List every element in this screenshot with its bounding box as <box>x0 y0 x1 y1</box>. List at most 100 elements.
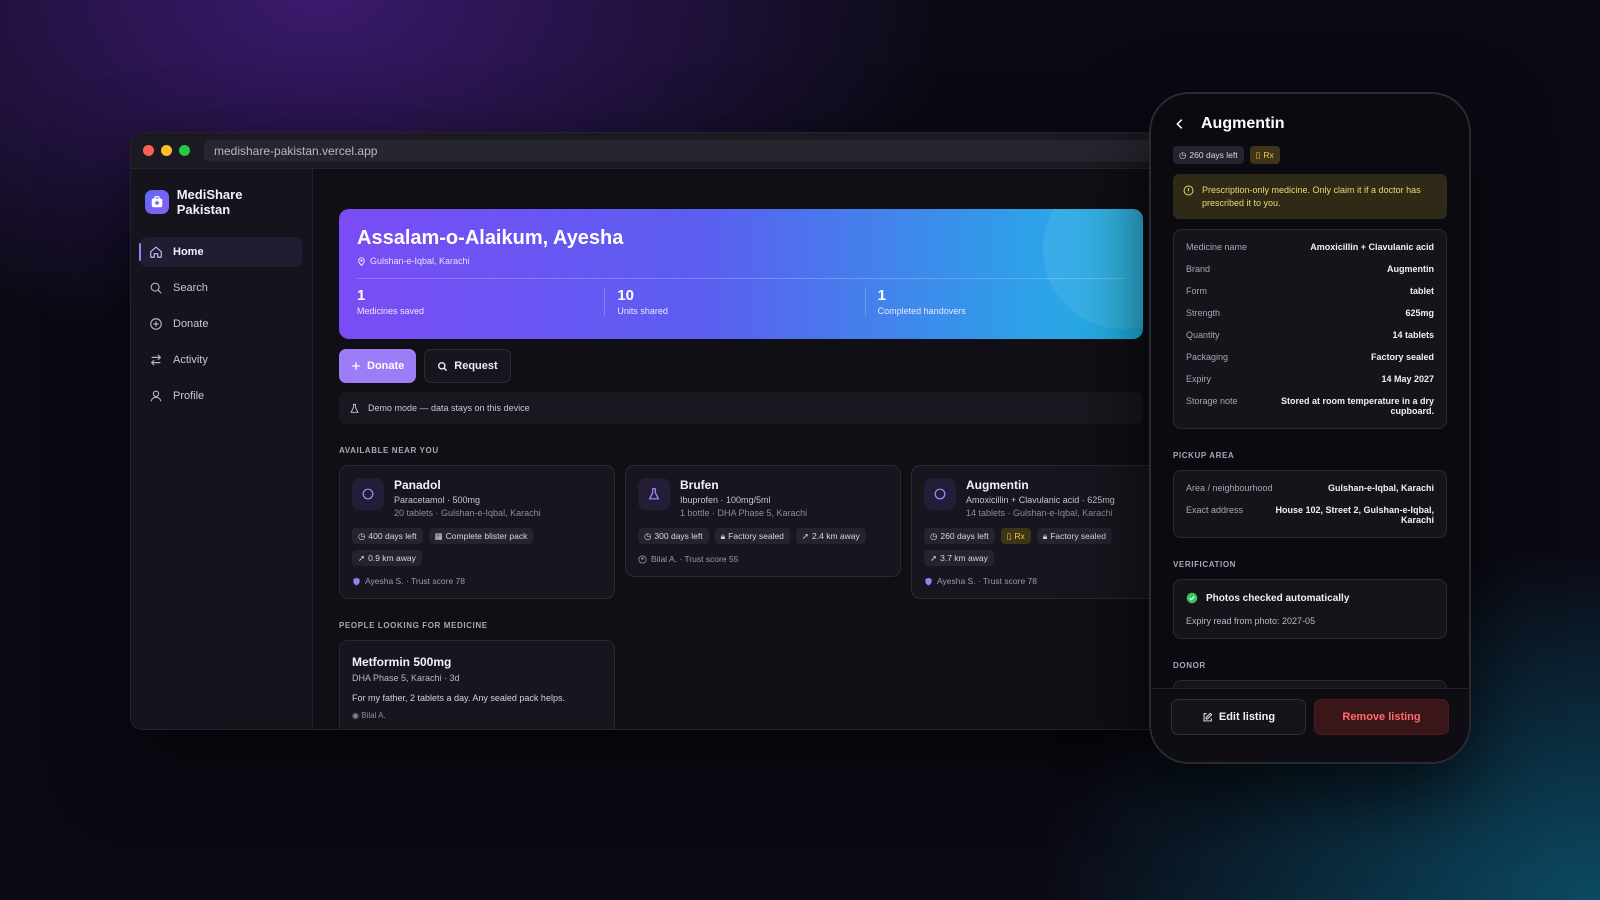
remove-listing-label: Remove listing <box>1342 711 1421 723</box>
listing-detail: 20 tablets · Gulshan-e-Iqbal, Karachi <box>394 508 541 518</box>
listing-name: Augmentin <box>966 478 1029 492</box>
clock-icon: ◷ <box>1179 149 1187 160</box>
prescription-warning: Prescription-only medicine. Only claim i… <box>1173 174 1447 220</box>
browser-window: medishare-pakistan.vercel.app MediShare … <box>130 132 1170 730</box>
navigation-icon: ➚ <box>801 530 810 541</box>
detail-footer: Edit listing Remove listing <box>1151 688 1469 762</box>
lock-icon: 🔒︎ <box>720 530 726 541</box>
address-bar[interactable]: medishare-pakistan.vercel.app <box>204 139 1157 162</box>
minimize-window-button[interactable] <box>161 145 172 156</box>
navigation-icon: ➚ <box>358 552 366 563</box>
chip-label: 3.7 km away <box>940 553 988 563</box>
sidebar-item-label: Profile <box>173 390 205 402</box>
listing-card[interactable]: Augmentin Amoxicillin + Clavulanic acid … <box>911 465 1169 599</box>
donate-button[interactable]: Donate <box>339 349 417 383</box>
detail-title: Augmentin <box>1201 115 1285 132</box>
pill-icon <box>352 478 384 510</box>
back-arrow-icon[interactable] <box>1173 117 1187 131</box>
detail-row: Expiry 14 May 2027 <box>1186 374 1434 384</box>
warning-text: Prescription-only medicine. Only claim i… <box>1202 185 1421 208</box>
search-icon <box>438 361 448 371</box>
pill-icon <box>924 478 956 510</box>
request-user: ◉ Bilal A. <box>352 711 602 720</box>
welcome-banner: Assalam-o-Alaikum, Ayesha Gulshan-e-Iqba… <box>339 209 1143 339</box>
badge-label: Rx <box>1263 150 1274 160</box>
brand-name: MediShare Pakistan <box>176 187 243 217</box>
clock-icon: ◷ <box>358 530 366 541</box>
chip-label: 0.9 km away <box>368 553 416 563</box>
detail-key: Packaging <box>1186 352 1229 363</box>
verification-expiry: Expiry read from photo: 2027-05 <box>1186 616 1316 627</box>
phone-frame: Augmentin ◷ 260 days left ▯ Rx Prescriptio… <box>1149 92 1471 764</box>
user-icon <box>150 390 162 402</box>
swap-icon <box>150 354 162 366</box>
prescription-icon: ▯ <box>1006 530 1012 541</box>
donor-text: Bilal A. · Trust score 55 <box>651 554 739 564</box>
detail-row: Strength 625mg <box>1186 308 1434 318</box>
browser-titlebar: medishare-pakistan.vercel.app <box>131 133 1169 169</box>
listing-card[interactable]: Brufen Ibuprofen · 100mg/5ml 1 bottle · … <box>625 465 901 577</box>
listing-detail: 14 tablets · Gulshan-e-Iqbal, Karachi <box>966 508 1113 518</box>
detail-key: Exact address <box>1186 505 1244 516</box>
listing-donor: Ayesha S. · Trust score 78 <box>924 576 1169 586</box>
listing-donor: Bilal A. · Trust score 55 <box>638 554 888 564</box>
section-title-available: AVAILABLE NEAR YOU <box>339 446 439 455</box>
detail-value: 14 tablets <box>1392 330 1434 341</box>
sidebar-item-activity[interactable]: Activity <box>141 345 302 375</box>
detail-value: Stored at room temperature in a dry cupb… <box>1280 396 1434 417</box>
maximize-window-button[interactable] <box>179 145 190 156</box>
stats-row: 1 Medicines saved 10 Units shared 1 Comp… <box>357 287 1125 316</box>
sidebar-item-profile[interactable]: Profile <box>141 381 302 411</box>
warning-circle-icon <box>1183 185 1194 196</box>
request-card[interactable]: Metformin 500mg DHA Phase 5, Karachi · 3… <box>339 640 615 729</box>
chip-days-left: ◷ 300 days left <box>638 528 709 544</box>
sidebar-item-search[interactable]: Search <box>141 273 302 303</box>
chip-label: 400 days left <box>368 531 417 541</box>
sidebar-item-label: Donate <box>173 318 209 330</box>
badge-days-left: ◷ 260 days left <box>1173 146 1244 164</box>
medicine-details: Medicine name Amoxicillin + Clavulanic ac… <box>1173 229 1447 430</box>
sidebar-item-home[interactable]: Home <box>139 237 302 267</box>
listing-card[interactable]: Panadol Paracetamol · 500mg 20 tablets ·… <box>339 465 615 599</box>
chip-packaging: 🔒︎ Factory sealed <box>1036 528 1112 544</box>
detail-row: Form tablet <box>1186 286 1434 296</box>
section-title-requests: PEOPLE LOOKING FOR MEDICINE <box>339 621 488 630</box>
plus-icon <box>352 362 360 370</box>
action-buttons: Donate Request <box>339 349 1143 383</box>
detail-key: Medicine name <box>1186 242 1248 253</box>
edit-listing-button[interactable]: Edit listing <box>1171 699 1306 735</box>
detail-key: Storage note <box>1186 396 1238 407</box>
close-window-button[interactable] <box>143 145 154 156</box>
chip-packaging: 🔒︎ Factory sealed <box>714 528 790 544</box>
request-text: For my father, 2 tablets a day. Any seal… <box>352 693 565 703</box>
donor-text: Ayesha S. · Trust score 78 <box>937 576 1037 586</box>
remove-listing-button[interactable]: Remove listing <box>1314 699 1449 735</box>
chip-label: 300 days left <box>654 531 703 541</box>
request-button-label: Request <box>454 360 498 372</box>
chip-days-left: ◷ 260 days left <box>924 528 995 544</box>
edit-listing-label: Edit listing <box>1218 711 1276 723</box>
check-circle-icon <box>1186 592 1198 604</box>
detail-row: Exact address House 102, Street 2, Gulsha… <box>1186 505 1434 525</box>
donor-box <box>1173 680 1447 688</box>
section-title-pickup: PICKUP AREA <box>1173 451 1235 461</box>
plus-circle-icon <box>150 318 162 330</box>
medical-bag-icon <box>145 190 169 214</box>
location-text: Gulshan-e-Iqbal, Karachi <box>370 256 470 266</box>
chip-packaging: ▦ Complete blister pack <box>428 528 534 544</box>
chip-label: Rx <box>1014 531 1025 541</box>
request-button[interactable]: Request <box>424 349 511 383</box>
stat-value: 1 <box>357 287 366 304</box>
clock-icon: ◷ <box>930 530 938 541</box>
chip-distance: ➚ 3.7 km away <box>924 550 994 566</box>
sidebar-item-label: Home <box>173 246 204 258</box>
detail-value: 625mg <box>1405 308 1434 319</box>
stat-units-shared: 10 Units shared <box>604 287 864 316</box>
sidebar-item-donate[interactable]: Donate <box>141 309 302 339</box>
listing-detail: 1 bottle · DHA Phase 5, Karachi <box>680 508 808 518</box>
sidebar-item-label: Activity <box>173 354 208 366</box>
detail-header: Augmentin <box>1173 110 1447 138</box>
chip-distance: ➚ 2.4 km away <box>795 528 866 544</box>
verification-check-text: Photos checked automatically <box>1206 592 1350 604</box>
brand[interactable]: MediShare Pakistan <box>145 187 298 217</box>
